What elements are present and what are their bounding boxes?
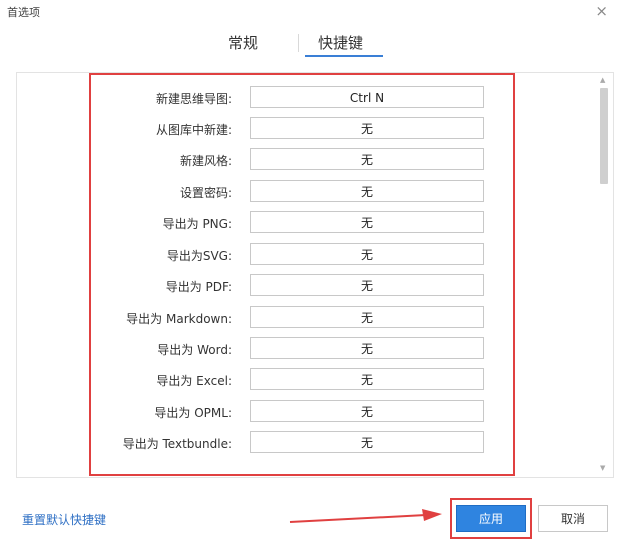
tab-shortcuts[interactable]: 快捷键 bbox=[318, 32, 363, 56]
annotation-highlight-box bbox=[89, 73, 515, 476]
window-title: 首选项 bbox=[7, 6, 40, 19]
tab-general[interactable]: 常规 bbox=[228, 32, 258, 56]
scroll-thumb[interactable] bbox=[600, 88, 608, 184]
cancel-button[interactable]: 取消 bbox=[538, 505, 608, 532]
reset-shortcuts-link[interactable]: 重置默认快捷键 bbox=[22, 511, 106, 528]
apply-button[interactable]: 应用 bbox=[456, 505, 526, 532]
close-icon[interactable]: × bbox=[595, 2, 608, 20]
scroll-down-icon[interactable]: ▼ bbox=[600, 464, 605, 472]
vertical-scrollbar[interactable]: ▲ ▼ bbox=[598, 76, 610, 472]
annotation-arrow-icon bbox=[289, 509, 442, 523]
title-bar: 首选项 × bbox=[0, 0, 617, 24]
scroll-up-icon[interactable]: ▲ bbox=[600, 76, 605, 84]
tab-divider bbox=[298, 34, 299, 52]
active-tab-indicator bbox=[305, 55, 383, 57]
